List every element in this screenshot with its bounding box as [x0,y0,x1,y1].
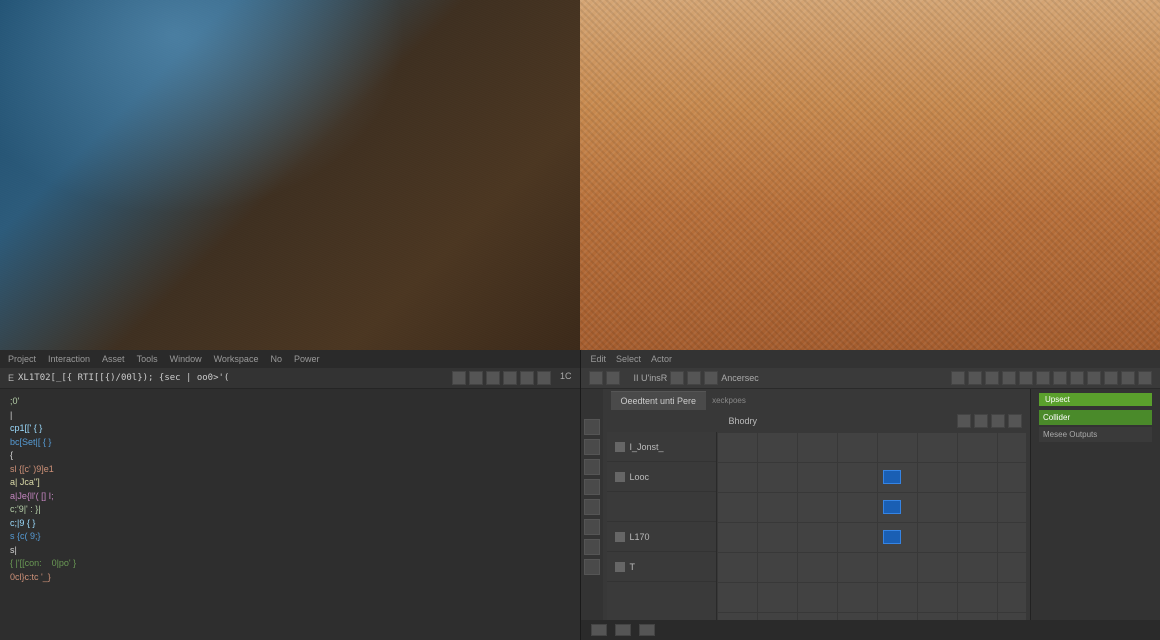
code-editor[interactable]: ;0'|cp1[[' { }bc[Set|[ { }{sl {[c' )9]e1… [0,389,580,640]
timeline-tab[interactable]: Oeedtent unti Pere [611,391,707,410]
code-toolbar: E XL1T02[_[{ RTI[[{)/00l}); {sec | oo0>'… [0,368,580,389]
function-signature: XL1T02[_[{ RTI[[{)/00l}); {sec | oo0>'( [18,373,229,383]
track-name: T [630,562,636,572]
track-label[interactable]: Looc [607,462,716,492]
menu-window[interactable]: Window [170,354,202,364]
timeline-main: Oeedtent unti Pere xeckpoes Bhodry I_Jon… [603,389,1031,620]
tool-icon[interactable] [687,371,701,385]
viewport-left[interactable] [0,0,580,350]
tool-icon[interactable] [469,371,483,385]
menu-asset[interactable]: Asset [102,354,125,364]
toolbar-page: 1C [560,371,572,385]
outliner-sidebar: Upsect Collider Mesee Outputs [1030,389,1160,620]
brush-icon[interactable] [606,371,620,385]
keyframe[interactable] [883,470,901,484]
keyframe[interactable] [883,530,901,544]
viewport-row [0,0,1160,350]
marker-icon[interactable] [584,439,600,455]
keyframe-grid[interactable] [717,432,1027,620]
d-icon[interactable] [1008,414,1022,428]
outliner-header[interactable]: Upsect [1039,393,1152,406]
text-icon[interactable] [584,559,600,575]
track-name: Looc [630,472,650,482]
tool-icon[interactable] [1087,371,1101,385]
tag-icon[interactable] [584,459,600,475]
track-label[interactable]: T [607,552,716,582]
track-type-icon [615,562,625,572]
tool-strip [581,389,603,620]
track-name: L170 [630,532,650,542]
folder-icon[interactable] [584,479,600,495]
tool-icon[interactable] [1070,371,1084,385]
track-labels: I_Jonst_ Looc L170 T [607,432,717,620]
prop-header: Bhodry [603,410,1031,432]
timeline-panel: Edit Select Actor II U'insR Ancersec [581,350,1160,640]
status-bar [581,620,1160,640]
menu-power[interactable]: Power [294,354,320,364]
keyframe[interactable] [883,500,901,514]
toolbar-text: Ancersec [721,373,759,383]
tool-icon[interactable] [486,371,500,385]
track-type-icon [615,532,625,542]
b-icon[interactable] [974,414,988,428]
menu-no[interactable]: No [270,354,282,364]
tab-secondary: xeckpoes [712,396,746,405]
track-label[interactable]: I_Jonst_ [607,432,716,462]
tool-icon[interactable] [968,371,982,385]
tool-icon[interactable] [452,371,466,385]
menu-project[interactable]: Project [8,354,36,364]
doc-icon[interactable] [584,519,600,535]
tool-icon[interactable] [1002,371,1016,385]
tool-icon[interactable] [1036,371,1050,385]
tool-icon[interactable] [951,371,965,385]
bottom-panels: Project Interaction Asset Tools Window W… [0,350,1160,640]
menu-select[interactable]: Select [616,354,641,364]
menu-interaction[interactable]: Interaction [48,354,90,364]
timeline-body: Oeedtent unti Pere xeckpoes Bhodry I_Jon… [581,389,1160,620]
snap-icon[interactable] [615,624,631,636]
toolbar-text: II U'insR [634,373,668,383]
tool-icon[interactable] [520,371,534,385]
menu-edit[interactable]: Edit [591,354,607,364]
track-label[interactable]: L170 [607,522,716,552]
viewport-right[interactable] [580,0,1160,350]
tool-icon[interactable] [670,371,684,385]
code-menubar: Project Interaction Asset Tools Window W… [0,350,580,368]
outliner-item[interactable]: Mesee Outputs [1039,427,1152,442]
list-icon[interactable] [584,539,600,555]
track-type-icon [615,442,625,452]
tool-icon[interactable] [1104,371,1118,385]
cursor-icon[interactable] [589,371,603,385]
tool-icon[interactable] [1121,371,1135,385]
mode-icon[interactable] [591,624,607,636]
tab-row: Oeedtent unti Pere xeckpoes [603,389,1031,410]
code-panel: Project Interaction Asset Tools Window W… [0,350,581,640]
track-name: I_Jonst_ [630,442,664,452]
c-icon[interactable] [991,414,1005,428]
track-type-icon [615,472,625,482]
grid-icon[interactable] [639,624,655,636]
outliner-item[interactable]: Collider [1039,410,1152,425]
property-label: Bhodry [729,416,758,426]
pin-icon[interactable] [584,499,600,515]
tool-icon[interactable] [537,371,551,385]
a-icon[interactable] [957,414,971,428]
tool-icon[interactable] [503,371,517,385]
track-label[interactable] [607,492,716,522]
right-menubar: Edit Select Actor [581,350,1160,368]
track-grid: I_Jonst_ Looc L170 T [607,432,1027,620]
right-toolbar: II U'insR Ancersec [581,368,1160,389]
fence-icon[interactable] [584,419,600,435]
tool-icon[interactable] [1053,371,1067,385]
menu-workspace[interactable]: Workspace [214,354,259,364]
tool-icon[interactable] [985,371,999,385]
menu-tools[interactable]: Tools [137,354,158,364]
tool-icon[interactable] [1138,371,1152,385]
tool-icon[interactable] [704,371,718,385]
menu-actor[interactable]: Actor [651,354,672,364]
toolbar-label: E [8,373,14,383]
tool-icon[interactable] [1019,371,1033,385]
